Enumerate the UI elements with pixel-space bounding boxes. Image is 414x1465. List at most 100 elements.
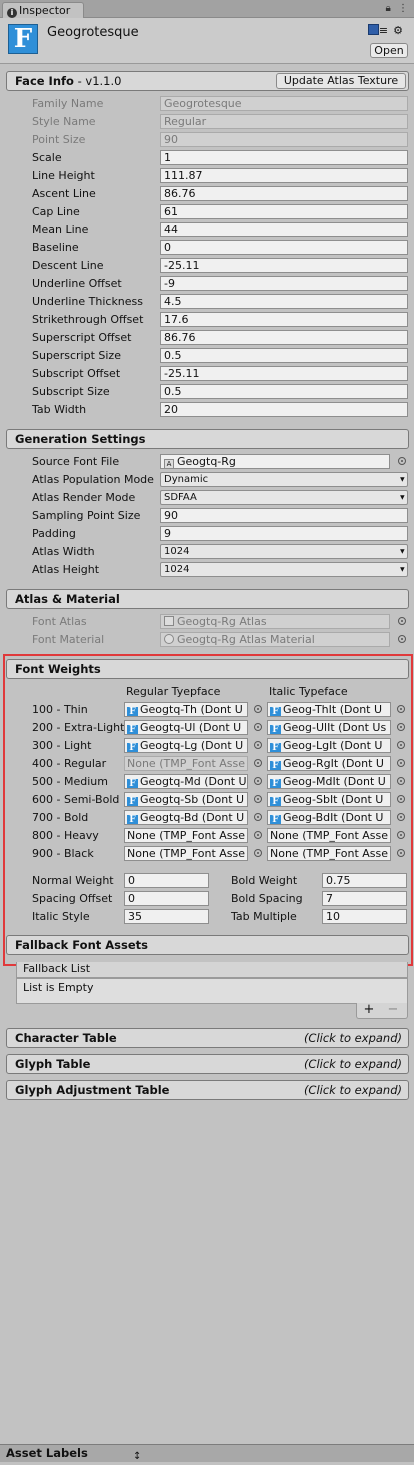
bold-spacing-field[interactable]: 7 bbox=[322, 891, 407, 906]
regular-typeface-field[interactable]: None (TMP_Font Asse bbox=[124, 846, 248, 861]
fallback-font-assets-header[interactable]: Fallback Font Assets bbox=[6, 935, 409, 955]
face-info-field[interactable]: 0 bbox=[160, 240, 408, 255]
tab-menu-icon[interactable]: ⋮ bbox=[398, 3, 410, 14]
face-info-row: Tab Width 20 bbox=[32, 402, 410, 418]
italic-typeface-field[interactable]: F Geog-BdIt (Dont U bbox=[267, 810, 391, 825]
normal-weight-field[interactable]: 0 bbox=[124, 873, 209, 888]
face-info-field[interactable]: 61 bbox=[160, 204, 408, 219]
object-picker-icon[interactable] bbox=[254, 741, 262, 749]
atlas-width-dropdown[interactable]: 1024 bbox=[160, 544, 408, 559]
atlas-render-mode-dropdown[interactable]: SDFAA bbox=[160, 490, 408, 505]
regular-typeface-field[interactable]: F Geogtq-Bd (Dont U bbox=[124, 810, 248, 825]
object-picker-icon[interactable] bbox=[397, 777, 405, 785]
generation-settings-header[interactable]: Generation Settings bbox=[6, 429, 409, 449]
source-font-file-field[interactable]: A Geogtq-Rg bbox=[160, 454, 390, 469]
object-picker-icon[interactable] bbox=[397, 831, 405, 839]
font-weights-header[interactable]: Font Weights bbox=[6, 659, 409, 679]
face-info-field[interactable]: 0.5 bbox=[160, 384, 408, 399]
object-picker-icon[interactable] bbox=[398, 457, 406, 465]
object-picker-icon[interactable] bbox=[254, 795, 262, 803]
italic-typeface-field[interactable]: F Geog-ThIt (Dont U bbox=[267, 702, 391, 717]
object-picker-icon[interactable] bbox=[254, 813, 262, 821]
regular-typeface-header: Regular Tyepface bbox=[126, 685, 221, 698]
face-info-label: Mean Line bbox=[32, 223, 89, 236]
regular-typeface-field[interactable]: F Geogtq-Sb (Dont U bbox=[124, 792, 248, 807]
face-info-field[interactable]: 86.76 bbox=[160, 186, 408, 201]
atlas-population-mode-dropdown[interactable]: Dynamic bbox=[160, 472, 408, 487]
remove-item-button[interactable]: − bbox=[381, 1003, 405, 1017]
gear-icon[interactable]: ⚙ bbox=[393, 24, 408, 37]
face-info-header[interactable]: Face Info - v1.1.0 Update Atlas Texture bbox=[6, 71, 409, 91]
italic-typeface-field[interactable]: F Geog-UlIt (Dont Us bbox=[267, 720, 391, 735]
face-info-field[interactable]: 0.5 bbox=[160, 348, 408, 363]
object-picker-icon[interactable] bbox=[254, 723, 262, 731]
object-picker-icon[interactable] bbox=[254, 759, 262, 767]
object-picker-icon[interactable] bbox=[397, 723, 405, 731]
object-picker-icon[interactable] bbox=[397, 741, 405, 749]
tab-multiple-field[interactable]: 10 bbox=[322, 909, 407, 924]
atlas-height-dropdown[interactable]: 1024 bbox=[160, 562, 408, 577]
italic-typeface-field-value: Geog-RgIt (Dont U bbox=[283, 757, 384, 770]
italic-typeface-field[interactable]: None (TMP_Font Asse bbox=[267, 828, 391, 843]
spacing-offset-field[interactable]: 0 bbox=[124, 891, 209, 906]
object-picker-icon[interactable] bbox=[398, 635, 406, 643]
face-info-field[interactable]: 1 bbox=[160, 150, 408, 165]
object-picker-icon[interactable] bbox=[397, 813, 405, 821]
regular-typeface-field[interactable]: F Geogtq-Lg (Dont U bbox=[124, 738, 248, 753]
face-info-field[interactable]: 44 bbox=[160, 222, 408, 237]
object-picker-icon[interactable] bbox=[254, 705, 262, 713]
face-info-label: Style Name bbox=[32, 115, 96, 128]
italic-style-field[interactable]: 35 bbox=[124, 909, 209, 924]
italic-typeface-field[interactable]: F Geog-LgIt (Dont U bbox=[267, 738, 391, 753]
face-info-field[interactable]: 4.5 bbox=[160, 294, 408, 309]
font-weight-row: 700 - Bold F Geogtq-Bd (Dont U F Geog-BdIt (… bbox=[32, 810, 412, 826]
add-item-button[interactable]: + bbox=[357, 1003, 381, 1017]
update-atlas-texture-button[interactable]: Update Atlas Texture bbox=[276, 73, 406, 89]
object-picker-icon[interactable] bbox=[254, 777, 262, 785]
regular-typeface-field[interactable]: F Geogtq-Md (Dont U bbox=[124, 774, 248, 789]
object-picker-icon[interactable] bbox=[398, 617, 406, 625]
font-material-field[interactable]: Geogtq-Rg Atlas Material bbox=[160, 632, 390, 647]
italic-typeface-field-value: None (TMP_Font Asse bbox=[270, 847, 389, 860]
asset-header: F Geogrotesque ≡⚙ Open bbox=[0, 18, 414, 64]
resize-grip-icon[interactable]: ↕ bbox=[133, 1448, 141, 1465]
padding-field[interactable]: 9 bbox=[160, 526, 408, 541]
preset-sliders-icon[interactable]: ≡ bbox=[379, 24, 393, 37]
face-info-field[interactable]: 86.76 bbox=[160, 330, 408, 345]
glyph-adjustment-table-header[interactable]: Glyph Adjustment Table (Click to expand) bbox=[6, 1080, 409, 1100]
regular-typeface-field[interactable]: None (TMP_Font Asse bbox=[124, 756, 248, 771]
asset-labels-bar[interactable]: Asset Labels ↕ bbox=[0, 1444, 414, 1462]
italic-typeface-field[interactable]: None (TMP_Font Asse bbox=[267, 846, 391, 861]
object-picker-icon[interactable] bbox=[397, 705, 405, 713]
regular-typeface-field[interactable]: None (TMP_Font Asse bbox=[124, 828, 248, 843]
face-info-field[interactable]: 17.6 bbox=[160, 312, 408, 327]
object-picker-icon[interactable] bbox=[254, 831, 262, 839]
object-picker-icon[interactable] bbox=[397, 759, 405, 767]
face-info-field[interactable]: 111.87 bbox=[160, 168, 408, 183]
face-info-label: Point Size bbox=[32, 133, 86, 146]
font-atlas-field[interactable]: Geogtq-Rg Atlas bbox=[160, 614, 390, 629]
tab-inspector[interactable]: i Inspector bbox=[2, 2, 84, 19]
italic-typeface-field[interactable]: F Geog-SbIt (Dont U bbox=[267, 792, 391, 807]
face-info-field[interactable]: -9 bbox=[160, 276, 408, 291]
face-info-field[interactable]: -25.11 bbox=[160, 366, 408, 381]
character-table-header[interactable]: Character Table (Click to expand) bbox=[6, 1028, 409, 1048]
tab-window-controls[interactable]: 🔒︎ ⋮ bbox=[385, 3, 410, 14]
italic-typeface-header: Italic Typeface bbox=[269, 685, 348, 698]
lock-icon[interactable]: 🔒︎ bbox=[385, 3, 392, 14]
face-info-field[interactable]: -25.11 bbox=[160, 258, 408, 273]
help-book-icon[interactable] bbox=[367, 24, 379, 35]
italic-typeface-field[interactable]: F Geog-MdIt (Dont U bbox=[267, 774, 391, 789]
bold-weight-field[interactable]: 0.75 bbox=[322, 873, 407, 888]
glyph-table-header[interactable]: Glyph Table (Click to expand) bbox=[6, 1054, 409, 1074]
regular-typeface-field[interactable]: F Geogtq-Ul (Dont U bbox=[124, 720, 248, 735]
regular-typeface-field[interactable]: F Geogtq-Th (Dont U bbox=[124, 702, 248, 717]
object-picker-icon[interactable] bbox=[254, 849, 262, 857]
object-picker-icon[interactable] bbox=[397, 849, 405, 857]
italic-typeface-field[interactable]: F Geog-RgIt (Dont U bbox=[267, 756, 391, 771]
atlas-material-header[interactable]: Atlas & Material bbox=[6, 589, 409, 609]
face-info-field[interactable]: 20 bbox=[160, 402, 408, 417]
object-picker-icon[interactable] bbox=[397, 795, 405, 803]
open-button[interactable]: Open bbox=[370, 43, 408, 58]
sampling-point-size-field[interactable]: 90 bbox=[160, 508, 408, 523]
